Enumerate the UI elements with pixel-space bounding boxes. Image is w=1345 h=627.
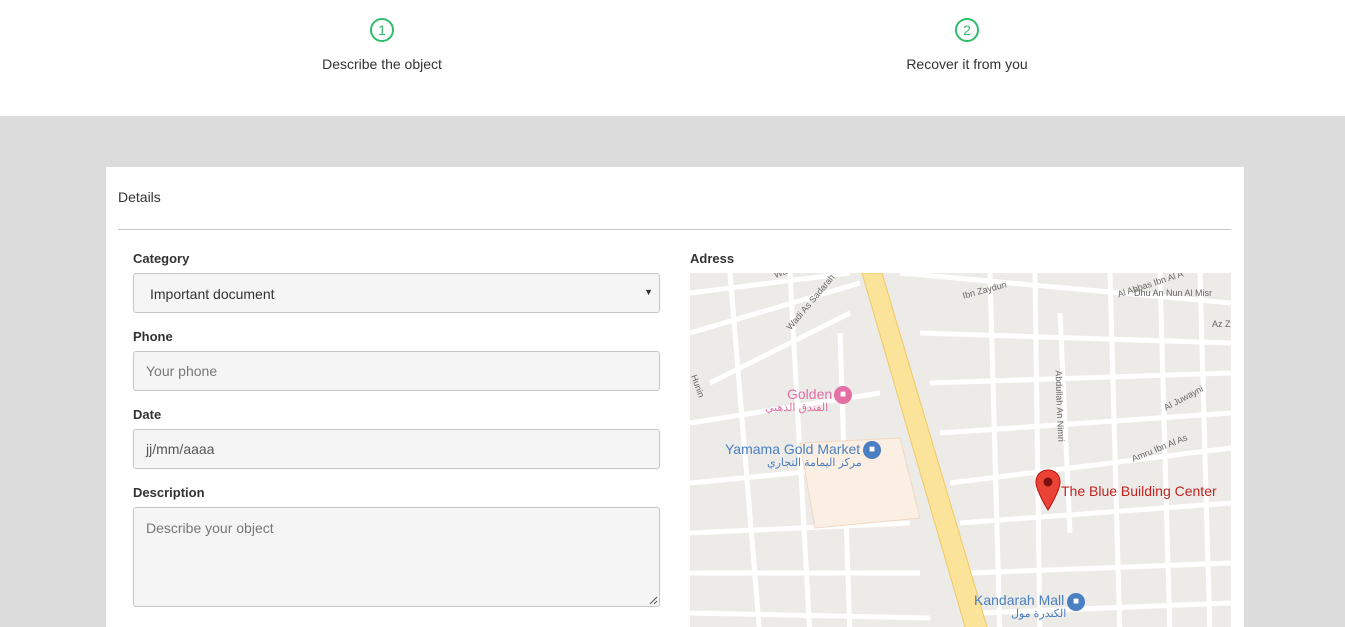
date-label: Date — [133, 407, 162, 422]
card-title: Details — [118, 189, 161, 205]
stepper: 1 Describe the object 2 Recover it from … — [0, 0, 1345, 116]
details-card: Details Category Important document ▼ Ph… — [106, 167, 1244, 627]
phone-input[interactable]: Your phone — [133, 351, 660, 391]
poi-kandarah[interactable]: Kandarah Mall — [974, 592, 1064, 608]
step-label-2: Recover it from you — [906, 56, 1028, 72]
description-label: Description — [133, 485, 205, 500]
resize-handle-icon[interactable] — [649, 596, 658, 605]
description-placeholder: Describe your object — [146, 520, 274, 536]
step-2[interactable]: 2 Recover it from you — [817, 18, 1117, 72]
marker-label: The Blue Building Center — [1061, 483, 1217, 499]
street-label: Az Z — [1212, 319, 1231, 329]
caret-down-icon: ▼ — [644, 287, 653, 297]
street-label: Dhu An Nun Al Misr — [1134, 288, 1213, 298]
phone-label: Phone — [133, 329, 173, 344]
hotel-icon: ■ — [834, 386, 852, 404]
step-1[interactable]: 1 Describe the object — [232, 18, 532, 72]
description-textarea[interactable]: Describe your object — [133, 507, 660, 607]
poi-yamama-arabic: مركز اليمامة التجاري — [767, 457, 862, 469]
poi-yamama[interactable]: Yamama Gold Market — [725, 441, 860, 457]
shopping-icon: ■ — [1067, 593, 1085, 611]
step-label-1: Describe the object — [322, 56, 442, 72]
card-divider — [118, 229, 1231, 230]
step-number-2: 2 — [955, 18, 979, 42]
step-number-1: 1 — [370, 18, 394, 42]
map-pin-icon[interactable] — [1035, 469, 1061, 511]
category-value: Important document — [150, 286, 275, 302]
date-input[interactable]: jj/mm/aaaa — [133, 429, 660, 469]
poi-golden-arabic: الفندق الذهبي — [765, 402, 829, 414]
shopping-icon: ■ — [863, 441, 881, 459]
address-label: Adress — [690, 251, 735, 266]
category-label: Category — [133, 251, 190, 266]
category-select[interactable]: Important document ▼ — [133, 273, 660, 313]
map-view[interactable]: Wadi As Sadarah Wa Ibn Zaydun Al Abbas I… — [690, 273, 1231, 627]
poi-kandarah-arabic: الكندرة مول — [1011, 608, 1067, 620]
poi-golden[interactable]: Golden — [787, 386, 832, 402]
